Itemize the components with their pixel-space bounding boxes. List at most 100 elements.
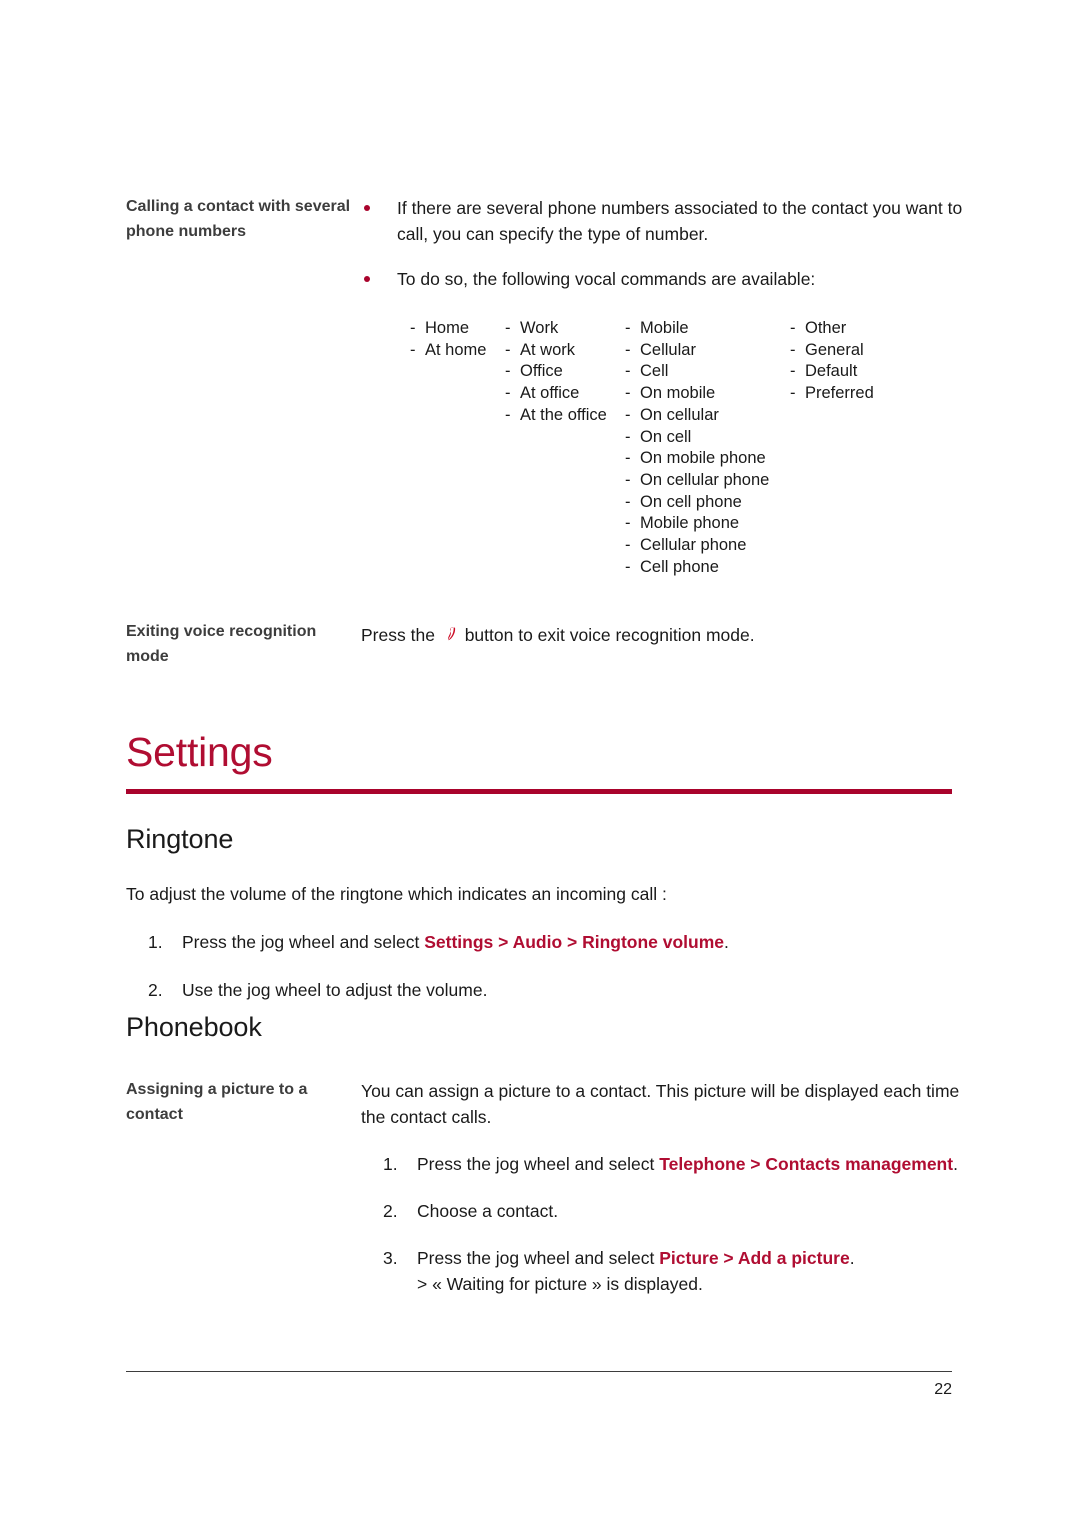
list-item: If there are several phone numbers assoc… xyxy=(361,195,966,247)
step-text: Press the jog wheel and select Picture >… xyxy=(417,1248,855,1268)
heading-ringtone: Ringtone xyxy=(126,824,234,854)
dash-marker: - xyxy=(625,427,631,446)
assigning-a-picture-intro: You can assign a picture to a contact. T… xyxy=(361,1081,960,1127)
vocal-command-label: General xyxy=(805,340,864,359)
dash-marker: - xyxy=(410,340,416,359)
step-number: 1. xyxy=(383,1154,398,1174)
dash-marker: - xyxy=(790,340,796,359)
vocal-command-item: - Mobile xyxy=(625,318,790,340)
vocal-command-label: Cell phone xyxy=(640,557,719,576)
step-text: Use the jog wheel to adjust the volume. xyxy=(182,980,487,1000)
vocal-command-item: - On mobile phone xyxy=(625,448,790,470)
step-tail-text: . xyxy=(724,932,729,952)
vocal-command-label: On cell phone xyxy=(640,492,742,511)
dash-marker: - xyxy=(505,362,511,381)
vocal-command-item: - On mobile xyxy=(625,383,790,405)
dash-marker: - xyxy=(625,470,631,489)
dash-marker: - xyxy=(625,405,631,424)
ringtone-intro: To adjust the volume of the ringtone whi… xyxy=(126,884,667,904)
vocal-command-item: - Other xyxy=(790,318,930,340)
dash-marker: - xyxy=(625,557,631,576)
dash-marker: - xyxy=(625,536,631,555)
vocal-command-item: - On cellular phone xyxy=(625,470,790,492)
vocal-command-item: - Home xyxy=(410,318,505,340)
step-lead-text: Press the jog wheel and select xyxy=(182,932,425,952)
calling-bullet-list: If there are several phone numbers assoc… xyxy=(361,195,966,292)
vocal-command-item: - General xyxy=(790,340,930,362)
vocal-command-item: - Mobile phone xyxy=(625,513,790,535)
step-lead-text: Choose a contact. xyxy=(417,1201,559,1221)
vocal-command-item: - On cell phone xyxy=(625,492,790,514)
list-item: To do so, the following vocal commands a… xyxy=(361,266,966,292)
footer-divider xyxy=(126,1371,952,1372)
dash-marker: - xyxy=(625,362,631,381)
numbered-step: 2. Use the jog wheel to adjust the volume… xyxy=(126,977,966,1003)
dash-marker: - xyxy=(505,319,511,337)
side-heading-calling-a-contact: Calling a contact with several phone num… xyxy=(126,198,351,240)
vocal-command-item: - On cell xyxy=(625,427,790,449)
document-page: Calling a contact with several phone num… xyxy=(0,0,1080,1527)
vocal-command-label: Cellular xyxy=(640,340,696,359)
side-heading-exiting-voice-recognition: Exiting voice recognition mode xyxy=(126,623,317,665)
dash-marker: - xyxy=(790,319,796,337)
step-lead-text: Use the jog wheel to adjust the volume. xyxy=(182,980,488,1000)
ringtone-body: To adjust the volume of the ringtone whi… xyxy=(126,881,966,1003)
vocal-command-label: Home xyxy=(425,319,470,337)
section-assigning-a-picture: Assigning a picture to a contact You can… xyxy=(126,1078,966,1297)
bullet-text: If there are several phone numbers assoc… xyxy=(397,198,963,244)
step-text: Choose a contact. xyxy=(417,1201,558,1221)
vocal-command-label: At work xyxy=(520,340,576,359)
page-number: 22 xyxy=(934,1381,952,1398)
vocal-command-label: Cell xyxy=(640,362,669,381)
vocal-command-label: On cell xyxy=(640,427,692,446)
heading-phonebook: Phonebook xyxy=(126,1012,262,1042)
text-after-icon: button to exit voice recognition mode. xyxy=(464,625,755,645)
bullet-dot-icon xyxy=(364,205,370,211)
step-number: 2. xyxy=(148,980,163,1000)
vocal-command-item: - At the office xyxy=(505,405,625,427)
menu-path-accent: Settings > Audio > Ringtone volume xyxy=(424,932,725,952)
vocal-command-label: On mobile phone xyxy=(640,449,766,468)
dash-marker: - xyxy=(625,384,631,403)
chapter-title: Settings xyxy=(126,729,273,775)
vocal-command-item: - Preferred xyxy=(790,383,930,405)
section-calling-a-contact: Calling a contact with several phone num… xyxy=(126,195,966,292)
vocal-command-item: - At home xyxy=(410,340,505,362)
step-tail-text: . xyxy=(953,1154,958,1174)
step-sub-line: > « Waiting for picture » is displayed. xyxy=(417,1274,703,1294)
dash-marker: - xyxy=(505,405,511,424)
step-number: 1. xyxy=(148,932,163,952)
step-number: 2. xyxy=(383,1201,398,1221)
vocal-command-label: Mobile xyxy=(640,319,689,337)
vocal-command-label: On cellular xyxy=(640,405,719,424)
vocal-command-label: Work xyxy=(520,319,559,337)
dash-marker: - xyxy=(790,362,796,381)
vocal-command-label: On mobile xyxy=(640,384,716,403)
section-exiting-voice-recognition: Exiting voice recognition mode Press the… xyxy=(126,620,966,669)
step-number: 3. xyxy=(383,1248,398,1268)
chapter-divider xyxy=(126,789,952,794)
vocal-command-item: - On cellular xyxy=(625,405,790,427)
vocal-command-item: - Default xyxy=(790,361,930,383)
menu-path-accent: Telephone > Contacts management xyxy=(659,1154,954,1174)
vocal-command-column: - Home - At home xyxy=(410,318,505,361)
vocal-command-item: - Cell xyxy=(625,361,790,383)
step-tail-text: . xyxy=(849,1248,855,1268)
vocal-command-label: Default xyxy=(805,362,858,381)
vocal-command-item: - Cellular phone xyxy=(625,535,790,557)
numbered-step: 2. Choose a contact. xyxy=(361,1198,966,1224)
dash-marker: - xyxy=(625,319,631,337)
vocal-command-item: - Cellular xyxy=(625,340,790,362)
vocal-command-label: Other xyxy=(805,319,847,337)
step-text: Press the jog wheel and select Settings … xyxy=(182,932,729,952)
step-lead-text: Press the jog wheel and select xyxy=(417,1248,660,1268)
side-heading-assigning-a-picture: Assigning a picture to a contact xyxy=(126,1081,308,1123)
vocal-command-item: - At office xyxy=(505,383,625,405)
vocal-command-item: - Cell phone xyxy=(625,557,790,579)
bullet-dot-icon xyxy=(364,276,370,282)
vocal-command-item: - Work xyxy=(505,318,625,340)
numbered-step: 1. Press the jog wheel and select Setting… xyxy=(126,929,966,955)
numbered-step: 3. Press the jog wheel and select Picture… xyxy=(361,1245,966,1297)
step-lead-text: Press the jog wheel and select xyxy=(417,1154,660,1174)
phonebook-step-list: 1. Press the jog wheel and select Telepho… xyxy=(361,1151,966,1297)
